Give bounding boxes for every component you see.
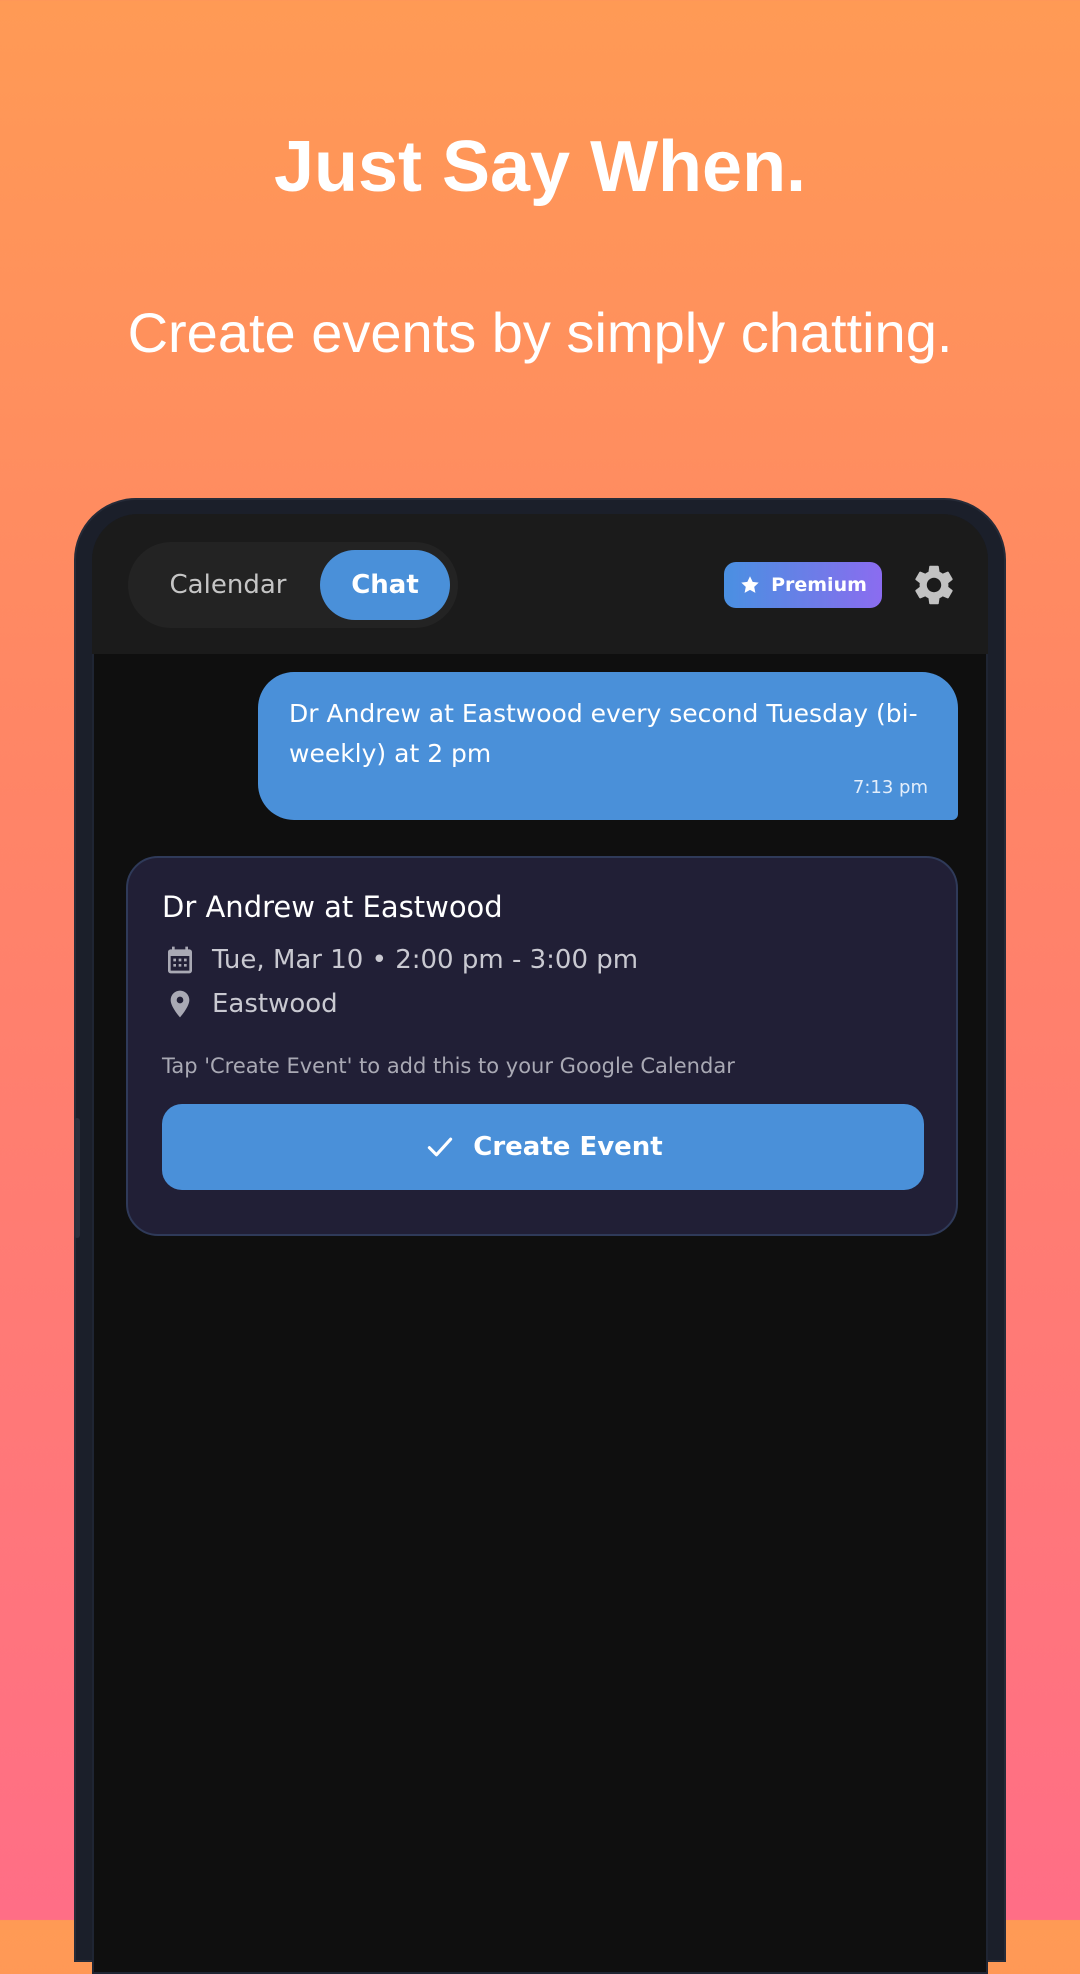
app-screen: Calendar Chat Premium Dr Andrew at Eastw…	[92, 514, 988, 1974]
event-preview-card: Dr Andrew at Eastwood Tue, Mar 10 • 2:00…	[126, 856, 958, 1236]
tab-calendar[interactable]: Calendar	[136, 550, 320, 620]
message-timestamp: 7:13 pm	[852, 777, 928, 798]
premium-button[interactable]: Premium	[724, 562, 882, 608]
message-text: Dr Andrew at Eastwood every second Tuesd…	[289, 699, 918, 768]
promo-headline: Just Say When.	[273, 127, 807, 207]
app-bar: Calendar Chat Premium	[92, 514, 988, 654]
create-event-label: Create Event	[473, 1132, 663, 1162]
location-pin-icon	[170, 990, 190, 1018]
calendar-icon	[168, 946, 192, 974]
star-icon	[741, 576, 759, 593]
premium-label: Premium	[771, 574, 867, 596]
event-date-row: Tue, Mar 10 • 2:00 pm - 3:00 pm	[164, 944, 638, 976]
phone-side-button-left	[74, 1118, 80, 1238]
tab-chat[interactable]: Chat	[320, 550, 450, 620]
event-date-time: Tue, Mar 10 • 2:00 pm - 3:00 pm	[212, 945, 639, 975]
user-message-bubble: Dr Andrew at Eastwood every second Tuesd…	[258, 672, 958, 820]
event-title: Dr Andrew at Eastwood	[162, 890, 503, 924]
promo-subheadline: Create events by simply chatting.	[127, 301, 953, 364]
event-location: Eastwood	[212, 989, 338, 1019]
create-event-button[interactable]: Create Event	[162, 1104, 924, 1190]
checkmark-icon	[428, 1137, 453, 1157]
event-location-row: Eastwood	[164, 988, 338, 1020]
view-switcher: Calendar Chat	[128, 542, 458, 628]
gear-icon[interactable]	[910, 561, 958, 609]
create-event-hint: Tap 'Create Event' to add this to your G…	[162, 1054, 735, 1078]
phone-frame: Calendar Chat Premium Dr Andrew at Eastw…	[74, 500, 1004, 1974]
